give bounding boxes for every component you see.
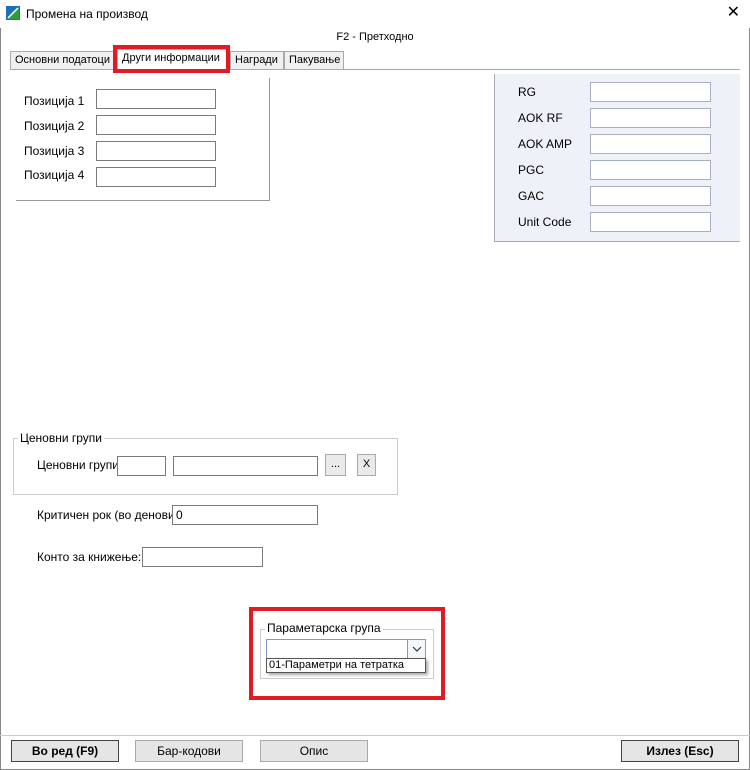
title-bar: Промена на производ ✕ <box>0 0 750 28</box>
unit-code-label: Unit Code <box>518 215 572 229</box>
clear-button[interactable]: X <box>357 454 376 476</box>
parameter-group-dropdown: 01-Параметри на тетратка <box>266 658 426 673</box>
codes-panel: RG AOK RF AOK AMP PGC GAC Unit Code <box>494 74 740 242</box>
tab-basic-data[interactable]: Основни податоци <box>10 51 115 69</box>
price-groups-label: Ценовни групи: <box>37 458 123 472</box>
window-title: Промена на производ <box>26 7 148 21</box>
description-button[interactable]: Опис <box>260 740 368 762</box>
parameter-group-title: Параметарска група <box>265 621 383 635</box>
app-logo-icon <box>6 6 20 20</box>
price-group-code-input[interactable] <box>117 456 166 476</box>
previous-hint: F2 - Претходно <box>336 31 414 43</box>
rg-label: RG <box>518 85 536 99</box>
ok-button[interactable]: Во ред (F9) <box>11 740 119 762</box>
position-2-label: Позиција 2 <box>24 119 85 133</box>
tab-other-info[interactable]: Други информации <box>117 49 228 70</box>
browse-button[interactable]: ... <box>325 454 346 476</box>
posting-account-label: Конто за книжење: <box>37 550 142 564</box>
position-4-label: Позиција 4 <box>24 168 85 182</box>
bottom-divider <box>0 735 750 736</box>
aok-rf-label: AOK RF <box>518 111 563 125</box>
pgc-input[interactable] <box>590 160 711 180</box>
tab-rewards[interactable]: Награди <box>230 51 284 69</box>
aok-rf-input[interactable] <box>590 108 711 128</box>
parameter-group-select[interactable] <box>266 639 426 659</box>
barcodes-button[interactable]: Бар-кодови <box>135 740 243 762</box>
unit-code-input[interactable] <box>590 212 711 232</box>
gac-input[interactable] <box>590 186 711 206</box>
critical-term-input[interactable]: 0 <box>172 505 318 525</box>
tab-packaging[interactable]: Пакување <box>284 51 344 69</box>
aok-amp-input[interactable] <box>590 134 711 154</box>
price-groups-title: Ценовни групи <box>18 431 105 445</box>
posting-account-input[interactable] <box>142 547 263 567</box>
price-group-name-input[interactable] <box>173 456 318 476</box>
aok-amp-label: AOK AMP <box>518 137 573 151</box>
exit-button[interactable]: Излез (Esc) <box>621 740 739 762</box>
position-2-input[interactable] <box>96 115 216 135</box>
rg-input[interactable] <box>590 82 711 102</box>
position-3-label: Позиција 3 <box>24 144 85 158</box>
dropdown-option[interactable]: 01-Параметри на тетратка <box>269 659 404 671</box>
close-icon[interactable]: ✕ <box>727 5 740 21</box>
position-1-label: Позиција 1 <box>24 94 85 108</box>
position-4-input[interactable] <box>96 167 216 187</box>
critical-term-label: Критичен рок (во денови): <box>37 508 183 522</box>
position-1-input[interactable] <box>96 89 216 109</box>
gac-label: GAC <box>518 189 545 203</box>
chevron-down-icon[interactable] <box>407 640 425 658</box>
positions-panel: Позиција 1 Позиција 2 Позиција 3 Позициј… <box>16 78 270 201</box>
position-3-input[interactable] <box>96 141 216 161</box>
pgc-label: PGC <box>518 163 545 177</box>
